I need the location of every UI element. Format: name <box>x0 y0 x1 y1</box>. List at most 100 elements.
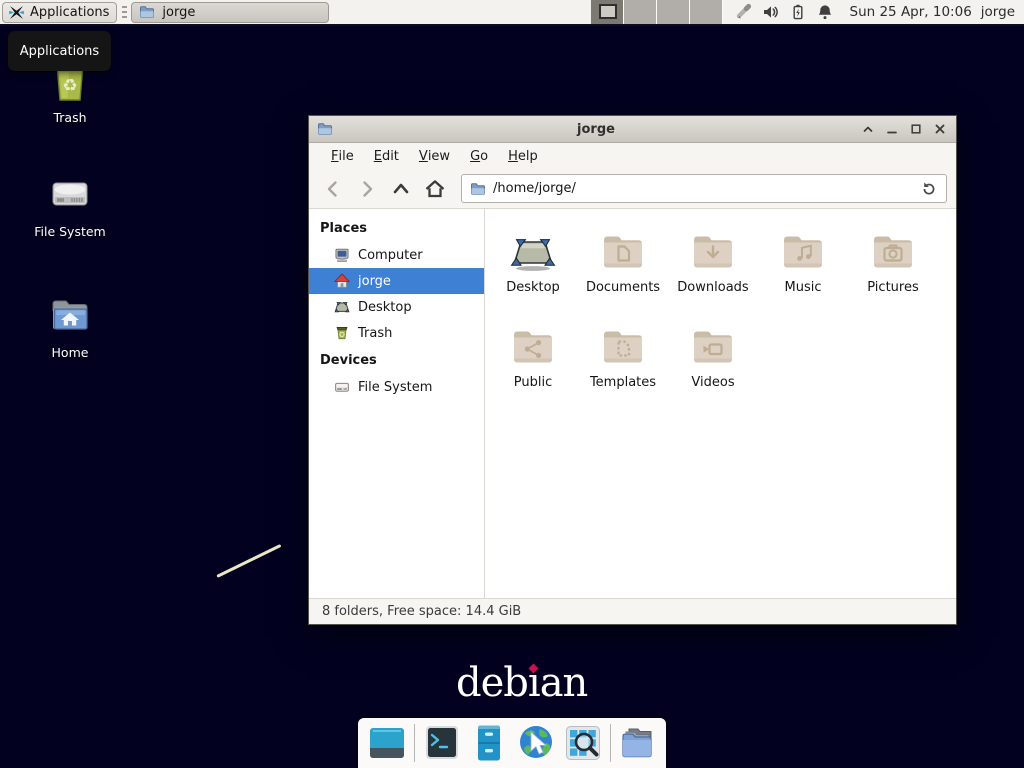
file-cabinet-icon <box>469 723 509 763</box>
sidebar-item-jorge[interactable]: jorge <box>309 268 484 294</box>
computer-icon <box>334 247 350 263</box>
sidebar-item-label: jorge <box>358 274 391 289</box>
file-documents[interactable]: Documents <box>578 223 668 318</box>
workspace-switcher <box>591 0 723 24</box>
volume-icon[interactable] <box>762 3 780 21</box>
system-tray <box>735 3 834 21</box>
desktop[interactable]: { "panel": { "applications_label": "Appl… <box>0 0 1024 768</box>
file-view[interactable]: DesktopDocumentsDownloads Music Pictures Pu… <box>485 209 956 598</box>
home-button[interactable] <box>420 174 450 204</box>
desktop-icon <box>334 299 350 315</box>
panel-clock[interactable]: Sun 25 Apr, 10:06 <box>850 4 972 20</box>
status-text: 8 folders, Free space: 14.4 GiB <box>322 604 521 619</box>
menu-go[interactable]: Go <box>460 143 498 169</box>
file-label: Templates <box>590 375 656 390</box>
workspace-2[interactable] <box>624 0 657 24</box>
menu-view[interactable]: View <box>409 143 460 169</box>
folder-template-icon <box>599 322 647 370</box>
home-icon <box>46 291 94 339</box>
folder-icon <box>139 4 155 20</box>
sidebar-item-desktop[interactable]: Desktop <box>309 294 484 320</box>
applications-menu-label: Applications <box>30 5 109 20</box>
menu-help[interactable]: Help <box>498 143 548 169</box>
window-title: jorge <box>339 122 853 137</box>
back-button[interactable] <box>318 174 348 204</box>
desktop-icon-label: Home <box>52 345 89 360</box>
application-finder-icon <box>563 723 603 763</box>
shade-button[interactable] <box>859 121 876 138</box>
maximize-button[interactable] <box>907 121 924 138</box>
file-public[interactable]: Public <box>488 318 578 413</box>
statusbar: 8 folders, Free space: 14.4 GiB <box>309 598 956 624</box>
applications-tooltip: Applications <box>8 31 111 71</box>
desktop-icon-label: Trash <box>53 110 86 125</box>
dock-separator <box>610 724 611 762</box>
up-button[interactable] <box>386 174 416 204</box>
sidebar-item-file-system[interactable]: File System <box>309 374 484 400</box>
forward-button[interactable] <box>352 174 382 204</box>
file-templates[interactable]: Templates <box>578 318 668 413</box>
stylus-tool-icon[interactable] <box>735 3 753 21</box>
web-browser-icon <box>516 723 556 763</box>
debian-logo-dot <box>528 664 538 674</box>
file-videos[interactable]: Videos <box>668 318 758 413</box>
dock-show-desktop[interactable] <box>367 723 407 763</box>
home-icon <box>334 273 350 289</box>
dock-terminal[interactable] <box>422 723 462 763</box>
file-desktop[interactable]: Desktop <box>488 223 578 318</box>
drive-icon <box>334 379 350 395</box>
file-manager-window: jorge FileEditViewGoHelp <box>308 115 957 625</box>
sidebar-item-label: File System <box>358 380 432 395</box>
svg-text:♻: ♻ <box>62 76 77 96</box>
taskbar-window-label: jorge <box>162 5 195 20</box>
panel-grip <box>122 6 127 19</box>
close-button[interactable] <box>931 121 948 138</box>
desktop-surface-icon <box>509 227 557 275</box>
minimize-button[interactable] <box>883 121 900 138</box>
sidebar-item-label: Desktop <box>358 300 412 315</box>
path-text: /home/jorge/ <box>493 181 913 196</box>
path-entry[interactable]: /home/jorge/ <box>461 174 947 203</box>
sidebar-item-computer[interactable]: Computer <box>309 242 484 268</box>
menu-edit[interactable]: Edit <box>364 143 409 169</box>
folder-document-icon <box>599 227 647 275</box>
battery-icon[interactable] <box>789 3 807 21</box>
reload-button[interactable] <box>920 180 938 198</box>
file-system-icon <box>46 170 94 218</box>
terminal-icon <box>422 723 462 763</box>
folder-music-icon <box>779 227 827 275</box>
workspace-1[interactable] <box>591 0 624 24</box>
taskbar-window-button[interactable]: jorge <box>131 2 329 23</box>
menu-file[interactable]: File <box>321 143 364 169</box>
dock-folder-stack[interactable] <box>617 723 657 763</box>
folder-camera-icon <box>869 227 917 275</box>
sidebar-header-places: Places <box>309 214 484 242</box>
folder-stack-icon <box>617 723 657 763</box>
workspace-4[interactable] <box>690 0 723 24</box>
sidebar-header-devices: Devices <box>309 346 484 374</box>
dock-web-browser[interactable] <box>516 723 556 763</box>
show-desktop-icon <box>367 723 407 763</box>
desktop-icon-file-system[interactable]: File System <box>22 170 118 239</box>
dock-application-finder[interactable] <box>563 723 603 763</box>
file-label: Music <box>785 280 822 295</box>
file-music[interactable]: Music <box>758 223 848 318</box>
dock-file-cabinet[interactable] <box>469 723 509 763</box>
wallpaper-line-decoration <box>216 544 281 578</box>
notification-bell-icon[interactable] <box>816 3 834 21</box>
file-downloads[interactable]: Downloads <box>668 223 758 318</box>
sidebar-item-trash[interactable]: Trash <box>309 320 484 346</box>
file-label: Pictures <box>867 280 918 295</box>
file-pictures[interactable]: Pictures <box>848 223 938 318</box>
folder-share-icon <box>509 322 557 370</box>
panel-user-label[interactable]: jorge <box>981 4 1015 20</box>
workspace-window-preview <box>599 4 617 19</box>
applications-menu-button[interactable]: Applications <box>2 2 117 23</box>
applications-menu-icon <box>8 4 25 21</box>
folder-download-icon <box>689 227 737 275</box>
workspace-3[interactable] <box>657 0 690 24</box>
window-titlebar[interactable]: jorge <box>309 116 956 143</box>
places-sidebar: PlacesComputer jorge Desktop TrashDevices Fi… <box>309 209 485 598</box>
file-label: Videos <box>691 375 734 390</box>
desktop-icon-home[interactable]: Home <box>22 291 118 360</box>
